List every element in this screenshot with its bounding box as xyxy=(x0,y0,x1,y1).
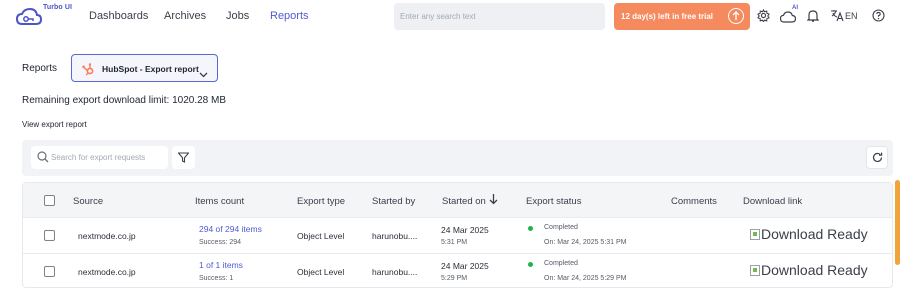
upgrade-arrow-icon xyxy=(728,8,744,24)
status-text: Completed xyxy=(544,260,578,267)
success-count: Success: 294 xyxy=(199,239,242,246)
status-timestamp: On: Mar 24, 2025 5:29 PM xyxy=(544,275,627,282)
column-export-type[interactable]: Export type xyxy=(297,196,345,207)
status-timestamp: On: Mar 24, 2025 5:31 PM xyxy=(544,239,627,246)
export-requests-table: Source Items count Export type Started b… xyxy=(22,182,893,288)
search-icon xyxy=(37,151,49,163)
translate-icon[interactable] xyxy=(830,9,844,27)
items-count-link[interactable]: 1 of 1 items xyxy=(199,260,243,270)
language-label[interactable]: EN xyxy=(845,11,858,21)
broken-image-icon xyxy=(750,229,760,240)
started-time: 5:31 PM xyxy=(441,239,468,246)
reports-label: Reports xyxy=(22,63,58,74)
started-date: 24 Mar 2025 xyxy=(441,225,489,235)
column-started-on[interactable]: Started on xyxy=(442,196,486,207)
bell-icon[interactable] xyxy=(806,9,820,27)
cloud-ai-icon[interactable] xyxy=(779,10,797,28)
free-trial-button[interactable]: 12 day(s) left in free trial xyxy=(614,3,750,30)
export-type-cell: Object Level xyxy=(297,267,345,277)
global-search-input[interactable]: Enter any search text xyxy=(394,3,605,30)
nav-jobs[interactable]: Jobs xyxy=(226,10,249,22)
ai-badge: AI xyxy=(792,5,798,11)
sort-descending-icon[interactable] xyxy=(489,193,498,208)
top-navigation: Turbo UI Dashboards Archives Jobs Report… xyxy=(0,0,900,33)
side-panel-tab[interactable] xyxy=(895,180,900,265)
export-search-input[interactable]: Search for export requests xyxy=(31,146,168,169)
hubspot-icon xyxy=(81,62,95,81)
started-by-cell: harunobu.... xyxy=(372,267,418,277)
column-comments[interactable]: Comments xyxy=(671,196,717,207)
source-cell: nextmode.co.jp xyxy=(78,231,136,241)
status-completed-dot xyxy=(528,226,533,231)
filter-button[interactable] xyxy=(172,146,195,169)
download-link[interactable]: Download Ready xyxy=(750,226,868,242)
items-count-link[interactable]: 294 of 294 items xyxy=(199,224,262,234)
logo-cloud-icon xyxy=(16,7,42,25)
logo[interactable]: Turbo UI xyxy=(16,3,76,29)
settings-icon[interactable] xyxy=(757,8,770,27)
free-trial-label: 12 day(s) left in free trial xyxy=(621,12,714,21)
help-icon[interactable] xyxy=(872,9,885,27)
table-row[interactable]: nextmode.co.jp 294 of 294 items Success:… xyxy=(23,217,892,253)
logo-text: Turbo UI xyxy=(43,4,73,11)
export-limit-text: Remaining export download limit: 1020.28… xyxy=(22,95,226,106)
report-type-label: HubSpot - Export report xyxy=(102,64,199,74)
filter-icon xyxy=(178,152,189,163)
column-download-link[interactable]: Download link xyxy=(743,196,802,207)
nav-dashboards[interactable]: Dashboards xyxy=(89,10,148,22)
row-checkbox[interactable] xyxy=(44,266,55,277)
table-header: Source Items count Export type Started b… xyxy=(23,183,892,217)
column-source[interactable]: Source xyxy=(73,196,103,207)
select-all-checkbox[interactable] xyxy=(44,195,55,206)
nav-archives[interactable]: Archives xyxy=(164,10,206,22)
started-date: 24 Mar 2025 xyxy=(441,261,489,271)
started-time: 5:29 PM xyxy=(441,275,468,282)
started-by-cell: harunobu.... xyxy=(372,231,418,241)
table-row[interactable]: nextmode.co.jp 1 of 1 items Success: 1 O… xyxy=(23,253,892,289)
chevron-down-icon xyxy=(199,65,208,83)
column-export-status[interactable]: Export status xyxy=(526,196,581,207)
success-count: Success: 1 xyxy=(199,275,234,282)
row-checkbox[interactable] xyxy=(44,230,55,241)
global-search-placeholder: Enter any search text xyxy=(400,12,476,21)
download-link[interactable]: Download Ready xyxy=(750,262,868,278)
status-text: Completed xyxy=(544,224,578,231)
table-toolbar: Search for export requests xyxy=(22,140,893,176)
download-link-text: Download Ready xyxy=(761,226,868,242)
report-type-dropdown[interactable]: HubSpot - Export report xyxy=(71,54,218,82)
broken-image-icon xyxy=(750,265,760,276)
export-search-placeholder: Search for export requests xyxy=(51,153,146,162)
view-export-report-heading: View export report xyxy=(22,120,87,129)
refresh-button[interactable] xyxy=(866,146,888,169)
column-started-by[interactable]: Started by xyxy=(372,196,415,207)
download-link-text: Download Ready xyxy=(761,262,868,278)
refresh-icon xyxy=(872,152,883,163)
export-type-cell: Object Level xyxy=(297,231,345,241)
nav-reports[interactable]: Reports xyxy=(270,10,309,22)
source-cell: nextmode.co.jp xyxy=(78,267,136,277)
column-items-count[interactable]: Items count xyxy=(195,196,244,207)
status-completed-dot xyxy=(528,262,533,267)
